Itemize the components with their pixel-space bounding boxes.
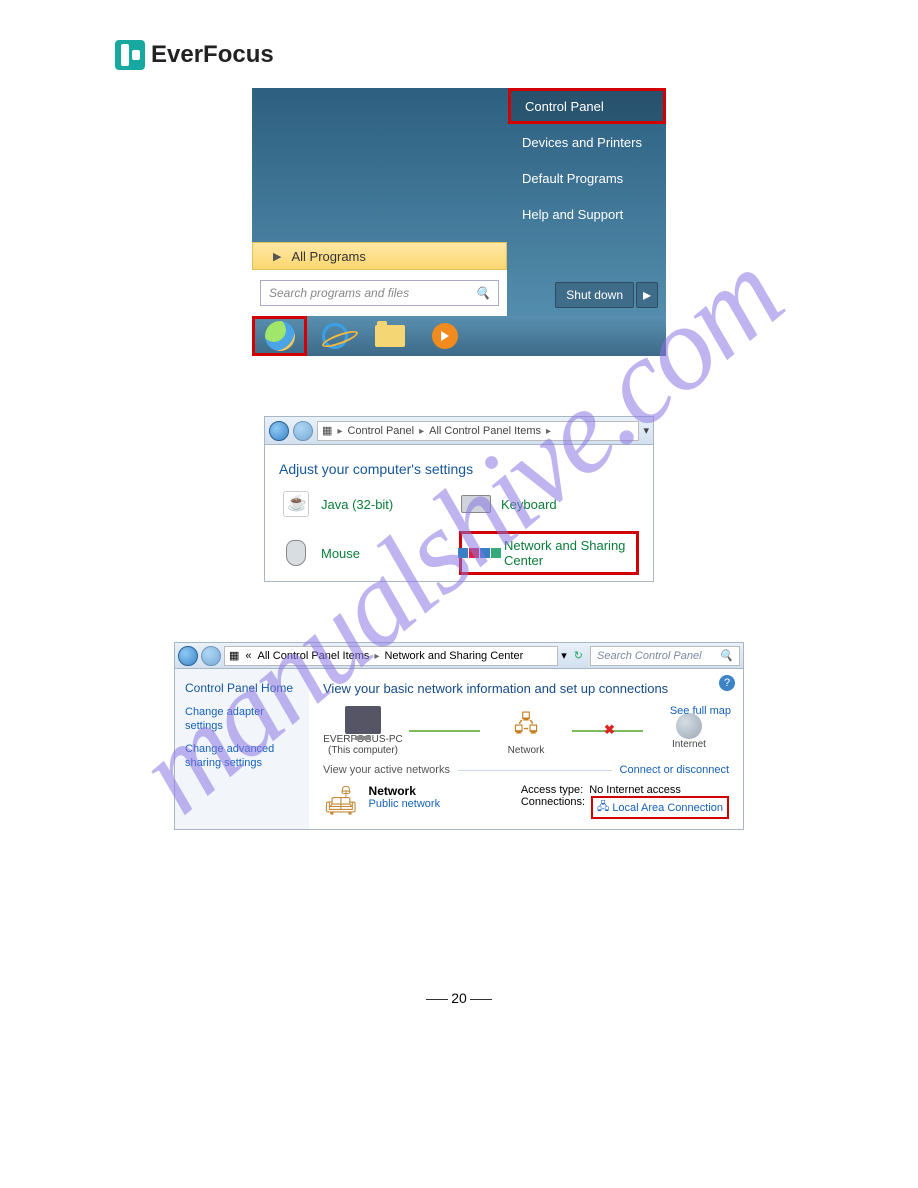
triangle-icon: ▶: [273, 250, 281, 263]
cp-item-mouse[interactable]: Mouse: [279, 531, 459, 575]
logo-icon: [115, 40, 145, 70]
cp-label: Java (32-bit): [321, 497, 393, 512]
network-type-link[interactable]: Public network: [369, 798, 441, 810]
folder-icon: [375, 325, 405, 347]
node-label: Network: [508, 745, 545, 756]
cp-label: Mouse: [321, 546, 360, 561]
node-this-pc: EVERFOCUS-PC (This computer): [323, 706, 403, 756]
start-menu-left-column: ▶ All Programs Search programs and files…: [252, 242, 507, 316]
logo-text: EverFocus: [151, 41, 274, 69]
ie-icon: [322, 323, 348, 349]
menu-item-devices-printers[interactable]: Devices and Printers: [508, 124, 666, 160]
pc-icon: [345, 706, 381, 734]
breadcrumb-item[interactable]: Control Panel: [347, 425, 414, 437]
windows-orb-icon: [265, 321, 295, 351]
breadcrumb-item[interactable]: All Control Panel Items: [258, 650, 370, 662]
connections-label: Connections:: [521, 796, 585, 819]
cp-item-network-sharing[interactable]: Network and Sharing Center: [459, 531, 639, 575]
connect-disconnect-link[interactable]: Connect or disconnect: [620, 764, 729, 776]
nav-back-button[interactable]: [178, 646, 198, 666]
menu-item-control-panel[interactable]: Control Panel: [508, 88, 666, 124]
search-input[interactable]: Search Control Panel 🔍: [590, 646, 740, 666]
keyboard-icon: [461, 495, 491, 513]
network-icon: [458, 548, 501, 558]
local-area-connection-link[interactable]: 🖧 Local Area Connection: [591, 796, 729, 819]
breadcrumb-dropdown-icon[interactable]: ▾: [643, 424, 649, 437]
cp-item-keyboard[interactable]: Keyboard: [459, 487, 639, 521]
breadcrumb-item[interactable]: All Control Panel Items: [429, 425, 541, 437]
taskbar-ie[interactable]: [307, 316, 362, 356]
node-sublabel: (This computer): [328, 745, 398, 756]
main-panel: ? View your basic network information an…: [309, 669, 743, 829]
nav-back-button[interactable]: [269, 421, 289, 441]
search-icon: 🔍: [719, 649, 733, 662]
help-icon[interactable]: ?: [719, 675, 735, 691]
java-icon: [283, 491, 309, 517]
cp-label: Network and Sharing Center: [504, 538, 634, 568]
window-nav-bar: ▦ « All Control Panel Items Network and …: [175, 643, 743, 669]
shutdown-options-button[interactable]: ▸: [636, 282, 658, 308]
brand-logo: EverFocus: [115, 40, 803, 70]
sidebar: Control Panel Home Change adapter settin…: [175, 669, 309, 829]
taskbar-explorer[interactable]: [362, 316, 417, 356]
search-icon: 🔍: [475, 286, 490, 300]
start-menu-right-column: Control Panel Devices and Printers Defau…: [508, 88, 666, 232]
start-button[interactable]: [252, 316, 307, 356]
node-internet: Internet: [649, 713, 729, 750]
taskbar-media-player[interactable]: [417, 316, 472, 356]
active-network-block: 🛋 Network Public network Access type: No…: [323, 784, 729, 819]
bench-icon: 🛋: [323, 784, 359, 817]
breadcrumb-dropdown-icon[interactable]: ▾: [561, 649, 567, 662]
all-programs-button[interactable]: ▶ All Programs: [252, 242, 507, 270]
breadcrumb-item[interactable]: Network and Sharing Center: [384, 650, 523, 662]
panel-title: View your basic network information and …: [323, 681, 729, 696]
refresh-icon[interactable]: ↻: [570, 649, 587, 662]
window-nav-bar: ▦ Control Panel All Control Panel Items …: [265, 417, 653, 445]
menu-item-help-support[interactable]: Help and Support: [508, 196, 666, 232]
network-name: Network: [369, 784, 441, 798]
media-player-icon: [432, 323, 458, 349]
cp-label: Keyboard: [501, 497, 557, 512]
network-map: EVERFOCUS-PC (This computer) 🖧 Network I…: [323, 706, 729, 756]
network-device-icon: 🖧: [514, 707, 539, 745]
nic-icon: 🖧: [597, 798, 609, 817]
screenshot-control-panel: ▦ Control Panel All Control Panel Items …: [264, 416, 654, 582]
see-full-map-link[interactable]: See full map: [670, 705, 731, 717]
nav-forward-button[interactable]: [293, 421, 313, 441]
breadcrumb[interactable]: ▦ « All Control Panel Items Network and …: [224, 646, 558, 666]
control-panel-heading: Adjust your computer's settings: [279, 461, 639, 477]
menu-item-default-programs[interactable]: Default Programs: [508, 160, 666, 196]
access-type-value: No Internet access: [589, 784, 681, 796]
nav-forward-button[interactable]: [201, 646, 221, 666]
breadcrumb-icon: ▦: [322, 424, 332, 437]
node-network: 🖧 Network: [486, 707, 566, 756]
search-placeholder: Search Control Panel: [597, 650, 702, 662]
all-programs-label: All Programs: [291, 249, 365, 264]
screenshot-network-sharing-center: ▦ « All Control Panel Items Network and …: [174, 642, 744, 830]
cp-item-java[interactable]: Java (32-bit): [279, 487, 459, 521]
breadcrumb-icon: ▦: [229, 649, 239, 662]
search-placeholder: Search programs and files: [269, 286, 409, 300]
taskbar: [252, 316, 666, 356]
sidebar-change-adapter[interactable]: Change adapter settings: [185, 705, 299, 734]
sidebar-home[interactable]: Control Panel Home: [185, 681, 299, 695]
screenshot-start-menu: Control Panel Devices and Printers Defau…: [252, 88, 666, 356]
sidebar-change-advanced-sharing[interactable]: Change advanced sharing settings: [185, 742, 299, 771]
mouse-icon: [286, 540, 306, 566]
connection-name: Local Area Connection: [612, 802, 723, 814]
active-networks-label: View your active networks: [323, 764, 450, 776]
search-input[interactable]: Search programs and files 🔍: [260, 280, 499, 306]
node-label: Internet: [672, 739, 706, 750]
shutdown-button[interactable]: Shut down: [555, 282, 634, 308]
page-number: 20: [115, 990, 803, 1006]
access-type-label: Access type:: [521, 784, 583, 796]
breadcrumb[interactable]: ▦ Control Panel All Control Panel Items: [317, 421, 639, 441]
